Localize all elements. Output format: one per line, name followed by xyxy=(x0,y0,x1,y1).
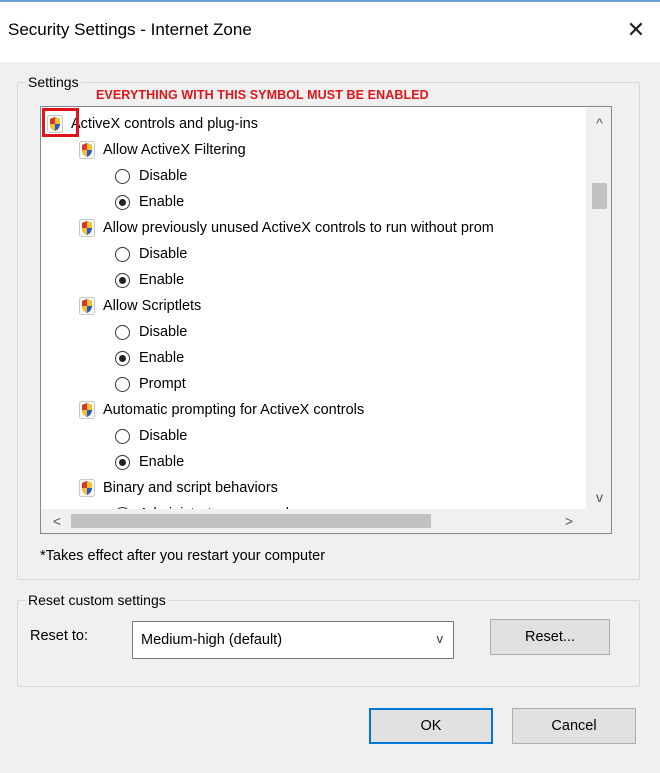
tree-setting[interactable]: Binary and script behaviors xyxy=(79,475,278,501)
scroll-down-icon[interactable]: v xyxy=(587,485,611,509)
tree-item-label: Allow previously unused ActiveX controls… xyxy=(103,220,494,236)
radio-button[interactable] xyxy=(115,428,130,444)
shield-icon xyxy=(79,479,95,497)
tree-item-label: ActiveX controls and plug-ins xyxy=(71,116,258,132)
security-settings-dialog: Security Settings - Internet Zone ✕ Sett… xyxy=(0,0,660,773)
reset-level-dropdown[interactable]: Medium-high (default) v xyxy=(132,621,454,659)
tree-item-label: Prompt xyxy=(139,376,186,392)
tree-item-label: Disable xyxy=(139,246,188,262)
radio-option[interactable]: Enable xyxy=(115,189,184,215)
cancel-button[interactable]: Cancel xyxy=(512,708,636,744)
scrollbar-corner xyxy=(586,509,611,533)
close-button[interactable]: ✕ xyxy=(618,12,654,48)
radio-button[interactable] xyxy=(115,246,130,262)
tree-item-label: Enable xyxy=(139,454,185,470)
tree-item-label: Disable xyxy=(139,168,188,184)
radio-button[interactable] xyxy=(115,168,130,184)
tree-setting[interactable]: Allow previously unused ActiveX controls… xyxy=(79,215,494,241)
ok-button[interactable]: OK xyxy=(369,708,493,744)
radio-option[interactable]: Prompt xyxy=(115,371,186,397)
radio-button-selected[interactable] xyxy=(115,350,130,366)
reset-to-label: Reset to: xyxy=(30,628,89,644)
reset-button[interactable]: Reset... xyxy=(490,619,610,655)
tree-item-label: Disable xyxy=(139,428,188,444)
tree-item-label: Binary and script behaviors xyxy=(103,480,278,496)
tree-setting[interactable]: Allow ActiveX Filtering xyxy=(79,137,246,163)
settings-legend: Settings xyxy=(28,74,79,90)
scroll-up-icon[interactable]: ^ xyxy=(587,111,611,135)
vertical-scroll-thumb[interactable] xyxy=(592,183,607,209)
annotation-highlight-box xyxy=(42,108,79,137)
annotation-text: EVERYTHING WITH THIS SYMBOL MUST BE ENAB… xyxy=(96,88,429,102)
radio-option[interactable]: Enable xyxy=(115,345,184,371)
radio-option[interactable]: Disable xyxy=(115,319,187,345)
tree-item-label: Allow ActiveX Filtering xyxy=(103,142,246,158)
chevron-down-icon: v xyxy=(436,631,444,646)
radio-option[interactable]: Disable xyxy=(115,163,187,189)
horizontal-scrollbar[interactable]: < > xyxy=(41,509,587,533)
radio-option[interactable]: Disable xyxy=(115,241,187,267)
radio-option[interactable]: Disable xyxy=(115,423,187,449)
radio-button[interactable] xyxy=(115,376,130,392)
scroll-right-icon[interactable]: > xyxy=(557,509,581,533)
settings-tree-rows: ActiveX controls and plug-ins Allow Activ… xyxy=(41,107,587,511)
radio-button[interactable] xyxy=(115,324,130,340)
shield-icon xyxy=(79,219,95,237)
tree-item-label: Disable xyxy=(139,324,188,340)
radio-button-selected[interactable] xyxy=(115,454,130,470)
restart-note: *Takes effect after you restart your com… xyxy=(40,548,326,564)
reset-legend: Reset custom settings xyxy=(28,592,166,608)
radio-option[interactable]: Enable xyxy=(115,449,184,475)
tree-item-label: Automatic prompting for ActiveX controls xyxy=(103,402,365,418)
horizontal-scroll-thumb[interactable] xyxy=(71,514,431,528)
tree-setting[interactable]: Automatic prompting for ActiveX controls xyxy=(79,397,364,423)
tree-item-label: Allow Scriptlets xyxy=(103,298,202,314)
tree-item-label: Enable xyxy=(139,272,185,288)
radio-option[interactable]: Enable xyxy=(115,267,184,293)
radio-button-selected[interactable] xyxy=(115,194,130,210)
shield-icon xyxy=(79,297,95,315)
close-icon: ✕ xyxy=(626,17,646,42)
vertical-scrollbar[interactable]: ^ v xyxy=(586,107,611,511)
scroll-left-icon[interactable]: < xyxy=(45,509,69,533)
dialog-title: Security Settings - Internet Zone xyxy=(8,20,252,39)
reset-level-value: Medium-high (default) xyxy=(141,632,283,648)
tree-item-label: Enable xyxy=(139,350,185,366)
shield-icon xyxy=(79,141,95,159)
radio-button-selected[interactable] xyxy=(115,272,130,288)
tree-setting[interactable]: Allow Scriptlets xyxy=(79,293,201,319)
settings-tree[interactable]: ActiveX controls and plug-ins Allow Activ… xyxy=(40,106,612,534)
tree-item-label: Enable xyxy=(139,194,185,210)
shield-icon xyxy=(79,401,95,419)
title-bar: Security Settings - Internet Zone ✕ xyxy=(0,2,660,62)
